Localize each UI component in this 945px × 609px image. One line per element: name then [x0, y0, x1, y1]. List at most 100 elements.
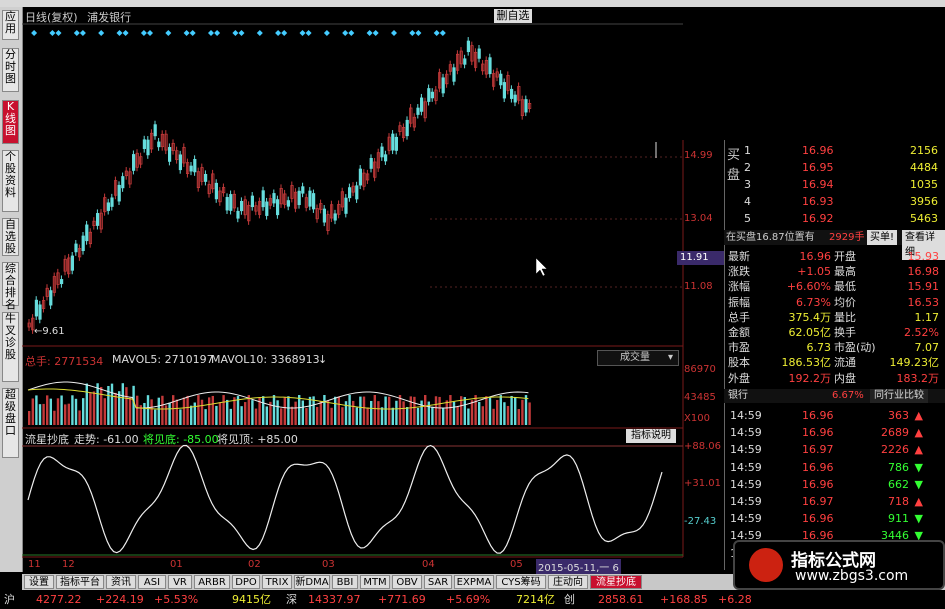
signal-diamond-icon — [79, 30, 86, 36]
bid-row[interactable]: 2 16.95 4484 — [724, 160, 945, 175]
volume-bar — [485, 396, 488, 425]
volume-bar — [424, 395, 427, 425]
indicator-tab[interactable]: MTM — [360, 575, 390, 589]
candle-body — [394, 136, 399, 151]
candle-body — [275, 199, 280, 216]
industry-compare-button[interactable]: 同行业比较 — [870, 389, 928, 403]
volume-bar — [359, 396, 362, 425]
down-arrow-icon: ↓ — [318, 353, 328, 366]
quote-value: 192.2万 — [788, 371, 832, 385]
indicator-tab[interactable]: 资讯 — [106, 575, 136, 589]
indicator-tab[interactable]: 流星抄底 — [590, 575, 642, 589]
quote-value: 186.53亿 — [781, 356, 832, 370]
buy-order-button[interactable]: 买单! — [867, 230, 898, 245]
tick-price: 16.96 — [802, 460, 834, 474]
candle-body — [355, 185, 359, 200]
candle-body — [466, 40, 471, 53]
bid-row[interactable]: 5 16.92 5463 — [724, 211, 945, 226]
candle-body — [193, 158, 197, 173]
quote-label: 量比 — [834, 310, 856, 324]
indicator-tab[interactable]: OBV — [392, 575, 422, 589]
indicator-tab[interactable]: 指标平台 — [56, 575, 104, 589]
signal-diamond-icon — [122, 30, 129, 36]
volume-bar — [521, 399, 524, 425]
quote-label: 换手 — [834, 326, 856, 339]
volume-bar — [136, 395, 139, 425]
watermark-url: www.zbgs3.com — [795, 568, 909, 584]
indicator-help-button[interactable]: 指标说明 — [626, 429, 676, 443]
bid-price: 16.92 — [802, 212, 834, 225]
tick-row: 14:59 16.96 786 ▼ — [724, 460, 945, 475]
tick-row: 14:59 16.97 2226 ▲ — [724, 442, 945, 457]
bid-level: 5 — [744, 212, 751, 225]
volume-bar — [82, 398, 85, 425]
candle-body — [488, 57, 492, 75]
quote-label: 均价 — [834, 295, 856, 309]
market-sz-pct: +5.69% — [446, 593, 491, 606]
quote-row: 股本 186.53亿 流通 149.23亿 — [724, 355, 945, 370]
indicator-tab[interactable]: 设置 — [24, 575, 54, 589]
volume-bar — [35, 395, 38, 425]
volume-total: 总手: 2771534 — [25, 355, 104, 368]
volume-bar — [395, 400, 398, 425]
volume-indicator-select[interactable]: 成交量 ▾ — [597, 350, 679, 366]
volume-bar — [298, 395, 301, 425]
indicator-tab[interactable]: ARBR — [194, 575, 230, 589]
signal-diamond-icon — [342, 30, 349, 36]
market-sh-index: 4277.22 — [36, 593, 82, 606]
indicator-tab[interactable]: DPO — [232, 575, 260, 589]
volume-bar — [168, 402, 171, 425]
signal-diamond-icon — [31, 30, 38, 36]
candle-body — [214, 182, 218, 200]
candle-body — [110, 197, 114, 207]
volume-bar — [434, 396, 438, 425]
indicator-tab[interactable]: EXPMA — [454, 575, 494, 589]
indicator-tab[interactable]: SAR — [424, 575, 452, 589]
indicator-tab[interactable]: 新DMA — [294, 575, 330, 589]
candle-body — [322, 208, 327, 223]
candle-body — [380, 146, 384, 158]
bid-row[interactable]: 1 16.96 2156 — [724, 143, 945, 158]
quote-value: 1.17 — [914, 310, 940, 324]
quote-label: 金额 — [728, 326, 750, 339]
candle-body — [178, 154, 182, 171]
bid-row[interactable]: 3 16.94 1035 — [724, 177, 945, 192]
volume-bar — [308, 396, 312, 425]
volume-bar — [251, 400, 254, 425]
indicator-tab[interactable]: BBI — [332, 575, 358, 589]
tick-volume: 911 — [888, 512, 909, 526]
bid-row[interactable]: 4 16.93 3956 — [724, 194, 945, 209]
quote-label: 总手 — [728, 310, 750, 324]
volume-bar — [528, 402, 531, 425]
volume-bar — [100, 386, 103, 425]
volume-bar — [175, 399, 178, 425]
tick-time: 14:59 — [730, 460, 762, 474]
tick-row: 14:59 16.97 718 ▲ — [724, 494, 945, 509]
volume-bar — [229, 408, 232, 425]
volume-bar — [92, 391, 96, 425]
volume-bar — [503, 402, 506, 425]
volume-bar — [226, 399, 229, 425]
volume-bar — [103, 398, 106, 425]
indicator-tab[interactable]: 庄动向 — [548, 575, 588, 589]
volume-bar — [46, 395, 49, 425]
tick-row: 14:59 16.96 662 ▼ — [724, 477, 945, 492]
indicator-tab[interactable]: ASI — [138, 575, 166, 589]
indicator-tab[interactable]: TRIX — [262, 575, 292, 589]
signal-diamond-icon — [281, 30, 288, 36]
volume-axis-label: X100 — [684, 413, 710, 424]
volume-bar — [28, 411, 31, 425]
candle-body — [229, 194, 233, 211]
candle-body — [405, 119, 409, 137]
indicator-axis-label: -27.43 — [684, 516, 717, 527]
signal-diamond-icon — [55, 30, 62, 36]
signal-diamond-icon — [49, 30, 56, 36]
volume-bar — [319, 401, 322, 425]
signal-diamond-icon — [415, 30, 422, 36]
indicator-tab[interactable]: CYS筹码 — [496, 575, 546, 589]
candle-body — [121, 176, 125, 189]
price-axis-label: 13.04 — [684, 213, 713, 224]
indicator-tab[interactable]: VR — [168, 575, 192, 589]
signal-diamond-icon — [275, 30, 282, 36]
volume-bar — [121, 383, 124, 425]
